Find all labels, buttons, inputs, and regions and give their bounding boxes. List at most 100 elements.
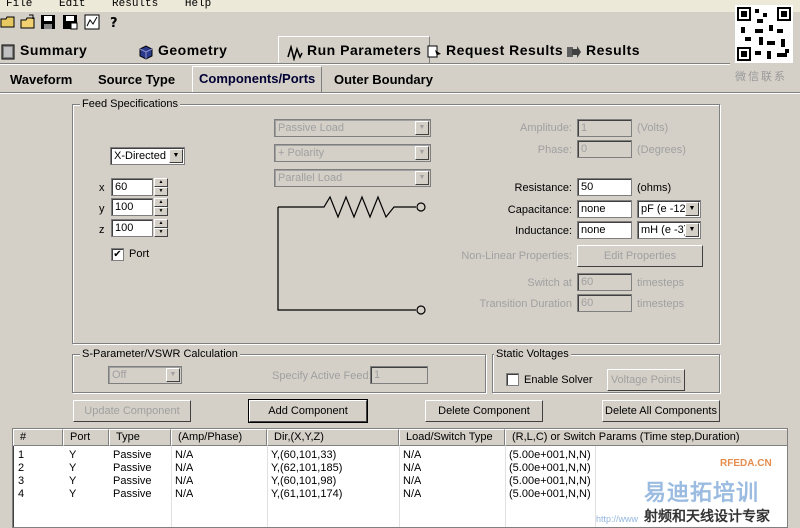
amplitude-input[interactable]: 1 [577,119,632,137]
tab-run-parameters[interactable]: Run Parameters [278,36,431,64]
capacitance-unit-select[interactable]: pF (e -12) ▼ [637,200,701,218]
waveform-icon [287,43,303,63]
column-header-port[interactable]: Port [63,429,109,446]
enable-solver-checkbox[interactable] [506,373,519,386]
open-folder-icon[interactable] [0,14,16,30]
delete-all-components-button[interactable]: Delete All Components [602,400,720,422]
row-port: Y [69,475,77,487]
phase-input[interactable]: 0 [577,140,632,158]
tab-geometry[interactable]: Geometry [138,38,227,62]
switch-at-label: Switch at [527,277,572,289]
column-header-amp-phase[interactable]: (Amp/Phase) [171,429,267,446]
row-direction: Y,(60,101,33) [271,449,337,461]
arrow-results-icon [566,43,582,59]
switch-at-input[interactable]: 60 [577,273,632,291]
tab-source-type[interactable]: Source Type [98,68,175,92]
phase-unit: (Degrees) [637,144,686,156]
tab-outer-boundary[interactable]: Outer Boundary [334,68,433,92]
row-params: (5.00e+001,N,N) [509,462,591,474]
connection-select[interactable]: Parallel Load ▼ [274,169,431,187]
polarity-select[interactable]: + Polarity ▼ [274,144,431,162]
watermark-wechat: 微信联系 [735,71,787,83]
circuit-diagram [277,195,426,315]
delete-component-button[interactable]: Delete Component [425,400,543,422]
qr-code-icon [735,5,793,63]
menu-file[interactable]: File [6,0,32,10]
sparam-title: S-Parameter/VSWR Calculation [80,348,240,360]
edit-properties-button[interactable]: Edit Properties [577,245,703,267]
tab-request-results[interactable]: Request Results [426,38,563,62]
chart-icon[interactable] [84,14,100,30]
menu-results[interactable]: Results [112,0,158,10]
x-stepper[interactable]: ▲ ▼ [154,178,168,196]
resistance-input[interactable]: 50 [577,178,632,196]
active-feed-input[interactable]: 1 [370,366,428,384]
up-arrow-icon[interactable]: ▲ [154,219,168,228]
resistance-label: Resistance: [514,182,572,194]
menu-edit[interactable]: Edit [59,0,85,10]
column-header-load-switch-type[interactable]: Load/Switch Type [399,429,505,446]
y-input[interactable]: 100 [111,198,153,216]
chevron-down-icon: ▼ [415,171,429,185]
up-arrow-icon[interactable]: ▲ [154,178,168,187]
x-input[interactable]: 60 [111,178,153,196]
column-divider [267,446,268,527]
row-number: 1 [18,449,25,461]
request-icon [426,43,442,60]
port-checkbox[interactable]: ✔ [111,248,124,261]
direction-select[interactable]: X-Directed ▼ [110,147,185,165]
inductance-unit-select[interactable]: mH (e -3) ▼ [637,221,701,239]
z-label: z [99,224,105,236]
tab-results[interactable]: Results [566,38,640,62]
chevron-down-icon: ▼ [685,223,699,237]
update-component-button[interactable]: Update Component [73,400,191,422]
tab-waveform[interactable]: Waveform [10,68,72,92]
phase-label: Phase: [537,144,572,156]
up-arrow-icon[interactable]: ▲ [154,198,168,207]
down-arrow-icon[interactable]: ▼ [154,187,168,196]
capacitance-input[interactable]: none [577,200,632,218]
row-amp-phase: N/A [175,462,194,474]
save-icon[interactable] [40,14,56,30]
amplitude-label: Amplitude: [520,122,572,134]
voltage-points-button[interactable]: Voltage Points [607,369,685,391]
help-icon[interactable]: ? [106,14,122,31]
add-component-button[interactable]: Add Component [248,399,368,423]
menu-bar: File Edit Results Help [0,0,800,12]
transition-duration-label: Transition Duration [479,298,572,310]
inductance-input[interactable]: none [577,221,632,239]
save-as-icon[interactable] [62,14,78,30]
column-header-number[interactable]: # [13,429,63,446]
row-load-type: N/A [403,488,422,500]
amplitude-unit: (Volts) [637,122,669,134]
z-stepper[interactable]: ▲ ▼ [154,219,168,237]
row-number: 2 [18,462,25,474]
column-divider [505,446,506,527]
chevron-down-icon: ▼ [169,149,183,163]
watermark-site: RFEDA.CN [720,458,772,469]
tab-components-ports[interactable]: Components/Ports [192,66,323,93]
down-arrow-icon[interactable]: ▼ [154,207,168,216]
switch-at-unit: timesteps [637,277,685,289]
transition-duration-input[interactable]: 60 [577,294,632,312]
row-port: Y [69,462,77,474]
column-header-params[interactable]: (R,L,C) or Switch Params (Time step,Dura… [505,429,787,446]
load-type-select[interactable]: Passive Load ▼ [274,119,431,137]
row-amp-phase: N/A [175,488,194,500]
column-header-type[interactable]: Type [109,429,171,446]
row-direction: Y,(60,101,98) [271,475,337,487]
sparam-mode-select[interactable]: Off ▼ [108,366,182,384]
column-divider [399,446,400,527]
row-port: Y [69,449,77,461]
down-arrow-icon[interactable]: ▼ [154,228,168,237]
menu-help[interactable]: Help [185,0,211,10]
y-stepper[interactable]: ▲ ▼ [154,198,168,216]
y-label: y [99,203,105,215]
row-direction: Y,(62,101,185) [271,462,343,474]
tab-summary[interactable]: Summary [0,38,87,62]
row-amp-phase: N/A [175,449,194,461]
summary-icon [0,43,16,60]
open-icon[interactable] [20,14,36,30]
column-header-direction[interactable]: Dir,(X,Y,Z) [267,429,399,446]
z-input[interactable]: 100 [111,219,153,237]
